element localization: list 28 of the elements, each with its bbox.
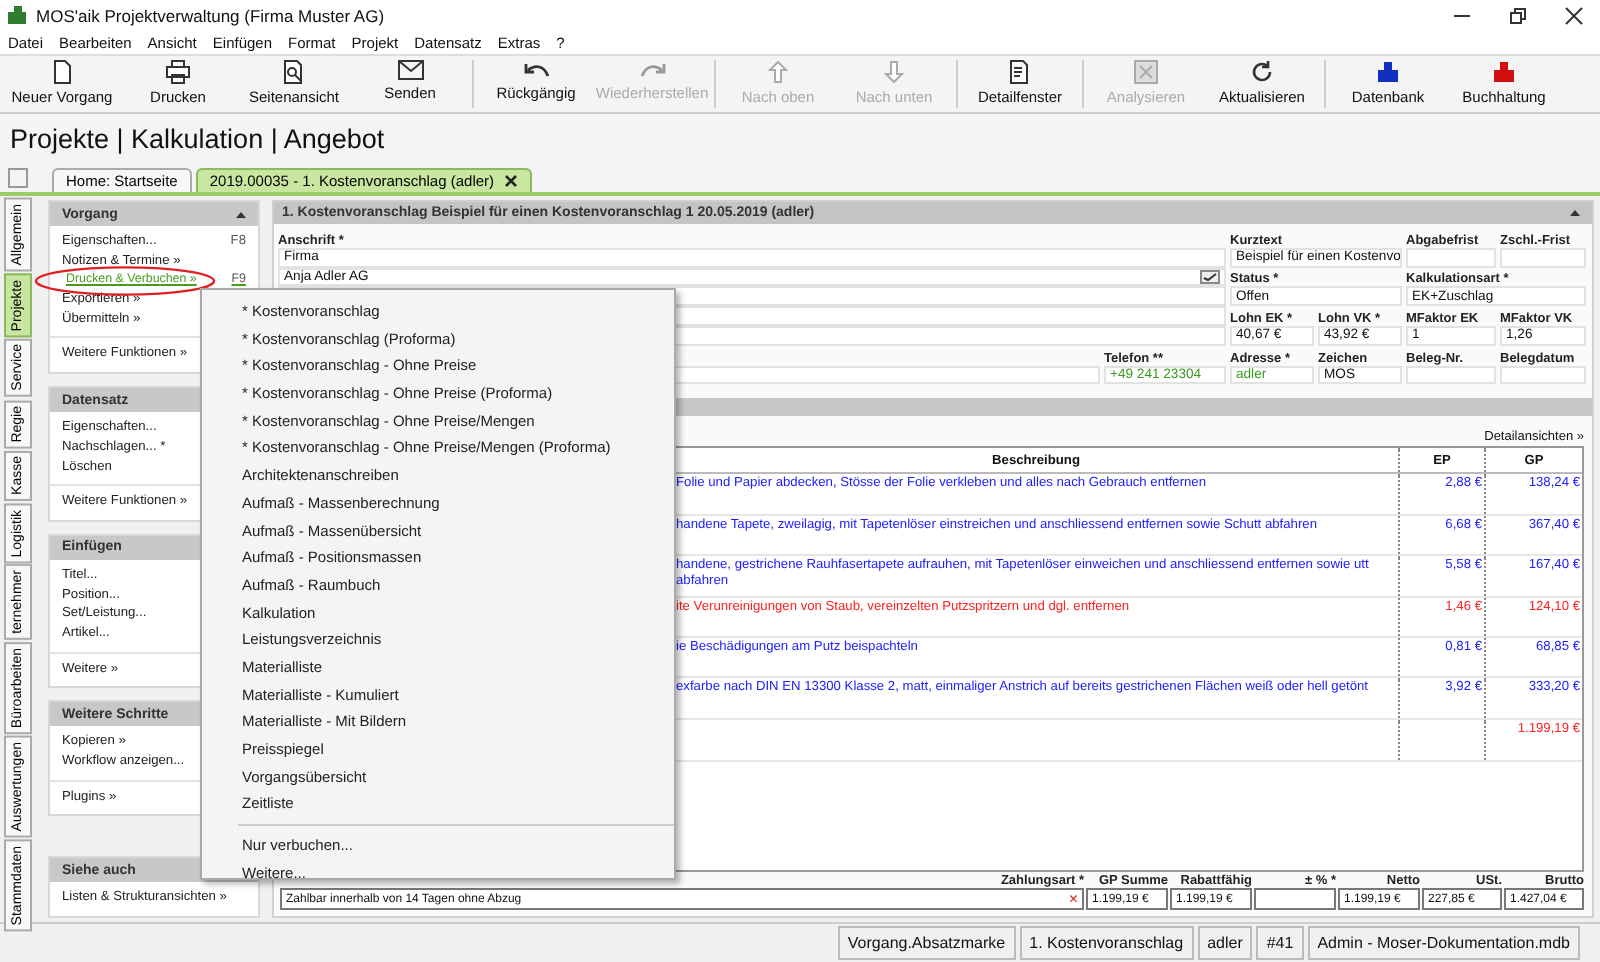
collapse-icon[interactable] [1570,210,1580,216]
document-icon [52,60,72,84]
collapse-icon[interactable] [236,211,246,217]
app-logo-icon [6,4,28,26]
restore-icon[interactable] [1508,5,1528,25]
status-field: adler [1197,926,1253,960]
database-icon [1492,60,1516,84]
redo-icon [639,60,665,80]
window-title: MOS'aik Projektverwaltung (Firma Muster AG) [36,5,385,25]
close-icon[interactable] [504,174,519,188]
printer-icon [166,60,190,84]
close-icon[interactable] [1564,5,1584,25]
up-arrow-icon [768,60,788,84]
undo-icon [523,60,549,80]
input-field[interactable] [1254,888,1336,910]
refresh-icon [1250,60,1274,84]
status-field: Vorgang.Absatzmarke [837,926,1016,960]
clear-button[interactable]: × [1068,890,1078,908]
down-arrow-icon [884,60,904,84]
preview-icon [282,60,306,84]
tab-menu-icon[interactable] [8,168,28,188]
status-field: Admin - Moser-Dokumentation.mdb [1307,926,1580,960]
status-field: 1. Kostenvoranschlag [1019,926,1194,960]
page-heading: Projekte | Kalkulation | Angebot [0,114,1600,162]
status-field: #41 [1256,926,1304,960]
mail-icon [397,60,423,80]
analyze-icon [1134,60,1158,84]
database-icon [1376,60,1400,84]
